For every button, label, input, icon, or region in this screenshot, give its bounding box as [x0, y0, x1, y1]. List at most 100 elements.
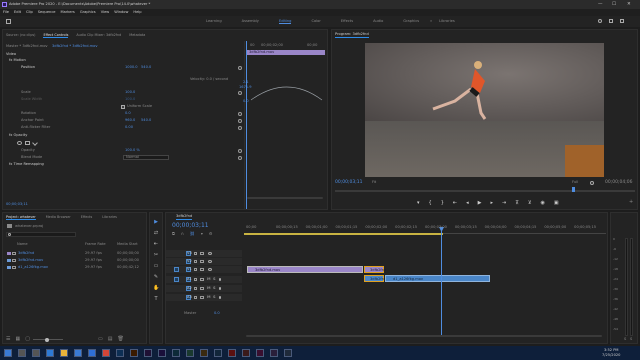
reset-icon[interactable]: [238, 91, 242, 95]
tab-source[interactable]: Source: (no clips): [6, 33, 35, 38]
lock-icon[interactable]: [194, 259, 197, 263]
mute-button[interactable]: M: [207, 295, 211, 300]
solo-button[interactable]: S: [213, 295, 216, 300]
linked-selection-icon[interactable]: ⛓: [190, 232, 195, 236]
illustrator-icon[interactable]: [130, 349, 138, 357]
solo-left-button[interactable]: S: [624, 337, 626, 342]
track-header[interactable]: A2 M S: [166, 285, 242, 292]
explorer-icon[interactable]: [60, 349, 68, 357]
lightroom-icon[interactable]: [214, 349, 222, 357]
clip-a1-link[interactable]: 3dfb2fnd: [364, 275, 386, 282]
cloud-icon[interactable]: [242, 349, 250, 357]
sync-lock-icon[interactable]: [200, 251, 204, 255]
workspace-effects[interactable]: Effects: [341, 19, 353, 25]
time-remapping-label[interactable]: fx Time Remapping: [9, 162, 44, 167]
menu-markers[interactable]: Markers: [61, 10, 75, 15]
solo-button[interactable]: S: [213, 277, 216, 282]
razor-tool-icon[interactable]: ✂: [153, 252, 159, 258]
workspace-graphics[interactable]: Graphics: [403, 19, 419, 25]
rotation-value[interactable]: 0.0: [125, 111, 131, 116]
eye-icon[interactable]: [208, 259, 212, 263]
effect-controls-timecode[interactable]: 00;00;03;11: [6, 202, 28, 207]
dimension-icon[interactable]: [284, 349, 292, 357]
go-to-out-button[interactable]: ⇥: [502, 200, 506, 206]
rectangle-mask-icon[interactable]: [25, 141, 30, 145]
workspace-learning[interactable]: Learning: [206, 19, 222, 25]
track-header[interactable]: V2: [166, 258, 242, 265]
list-view-icon[interactable]: ☰: [6, 337, 10, 342]
timeline-settings-icon[interactable]: ⚙: [209, 232, 213, 236]
tab-libraries[interactable]: Libraries: [102, 215, 117, 220]
add-marker-icon[interactable]: ▾: [201, 232, 203, 236]
pen-mask-icon[interactable]: [32, 140, 38, 146]
step-forward-button[interactable]: ▸: [490, 200, 493, 206]
column-media-start-header[interactable]: Media Start: [117, 242, 138, 247]
tab-effects[interactable]: Effects: [81, 215, 93, 220]
workspace-audio[interactable]: Audio: [373, 19, 383, 25]
master-clip-label[interactable]: Master * 3dfb2fnd.mov: [6, 44, 48, 49]
play-button[interactable]: ▶: [478, 200, 482, 206]
eye-icon[interactable]: [208, 267, 212, 271]
reset-icon[interactable]: [238, 156, 242, 160]
hand-tool-icon[interactable]: ✋: [153, 285, 159, 291]
mail-icon[interactable]: [88, 349, 96, 357]
list-item[interactable]: 3dfb2fnd 29.97 fps 00;00;00;00: [3, 250, 148, 257]
uniform-scale-checkbox[interactable]: [121, 105, 125, 109]
master-value[interactable]: 0.0: [214, 311, 220, 316]
clip-v1-b[interactable]: 3dfb2fnd: [364, 266, 386, 273]
search-icon[interactable]: [18, 349, 26, 357]
source-patch-toggle[interactable]: [174, 277, 179, 282]
ellipse-mask-icon[interactable]: [17, 141, 22, 145]
store-icon[interactable]: [74, 349, 82, 357]
lock-icon[interactable]: [194, 267, 197, 271]
media-encoder-icon[interactable]: [172, 349, 180, 357]
playback-quality-select[interactable]: Full: [572, 180, 578, 185]
program-playhead[interactable]: [572, 187, 575, 192]
motion-section-label[interactable]: fx Motion: [9, 58, 26, 63]
sync-lock-icon[interactable]: [200, 267, 204, 271]
track-select-tool-icon[interactable]: ⇄: [153, 230, 159, 236]
sequence-tab[interactable]: 3dfb2fnd: [176, 214, 193, 220]
reset-icon[interactable]: [238, 66, 242, 70]
pen-tool-icon[interactable]: ✎: [153, 274, 159, 280]
anchor-x-value[interactable]: 960.0: [125, 118, 135, 123]
sequence-clip-label[interactable]: 3dfb2fnd * 3dfb2fnd.mov: [52, 44, 98, 49]
workspace-editing[interactable]: Editing: [278, 19, 292, 25]
ripple-edit-tool-icon[interactable]: ⇤: [153, 241, 159, 247]
track-header[interactable]: A1 M S: [166, 276, 242, 283]
tab-audio-clip-mixer[interactable]: Audio Clip Mixer: 3dfb2fnd: [76, 33, 121, 38]
animate-icon[interactable]: [270, 349, 278, 357]
timeline-scroll-bar[interactable]: [246, 335, 602, 337]
snap-icon[interactable]: ∩: [181, 232, 184, 236]
windows-start-icon[interactable]: [4, 349, 12, 357]
notifications-icon[interactable]: [609, 19, 613, 23]
menu-sequence[interactable]: Sequence: [38, 10, 56, 15]
source-patch-toggle[interactable]: [174, 267, 179, 272]
track-header[interactable]: A3 M S: [166, 294, 242, 301]
maximize-button[interactable]: ☐: [612, 2, 616, 8]
reset-icon[interactable]: [238, 126, 242, 130]
microphone-icon[interactable]: [219, 277, 221, 281]
solo-button[interactable]: S: [213, 286, 216, 291]
add-marker-button[interactable]: ▾: [417, 200, 420, 206]
label-color-chip[interactable]: [7, 265, 11, 269]
menu-edit[interactable]: Edit: [14, 10, 21, 15]
freeform-view-icon[interactable]: ▢: [25, 337, 30, 342]
type-tool-icon[interactable]: T: [153, 296, 159, 302]
xd-icon[interactable]: [256, 349, 264, 357]
new-bin-icon[interactable]: ▭: [98, 337, 103, 342]
zoom-slider-handle[interactable]: [45, 337, 49, 342]
list-item[interactable]: 3dfb2fnd.mov 29.97 fps 00;00;00;00: [3, 257, 148, 264]
sync-lock-icon[interactable]: [200, 295, 204, 299]
menu-help[interactable]: Help: [133, 10, 141, 15]
menu-view[interactable]: View: [101, 10, 110, 15]
reset-icon[interactable]: [238, 149, 242, 153]
anchor-y-value[interactable]: 540.0: [141, 118, 151, 123]
home-icon[interactable]: [6, 19, 11, 24]
tab-media-browser[interactable]: Media Browser: [46, 215, 71, 220]
solo-right-button[interactable]: S: [630, 337, 632, 342]
list-item[interactable]: d1_a126fkg.mov 29.97 fps 00;00;42;12: [3, 264, 148, 271]
slip-tool-icon[interactable]: ▭: [153, 263, 159, 269]
menu-clip[interactable]: Clip: [26, 10, 33, 15]
nest-toggle-icon[interactable]: ⧉: [172, 232, 175, 236]
